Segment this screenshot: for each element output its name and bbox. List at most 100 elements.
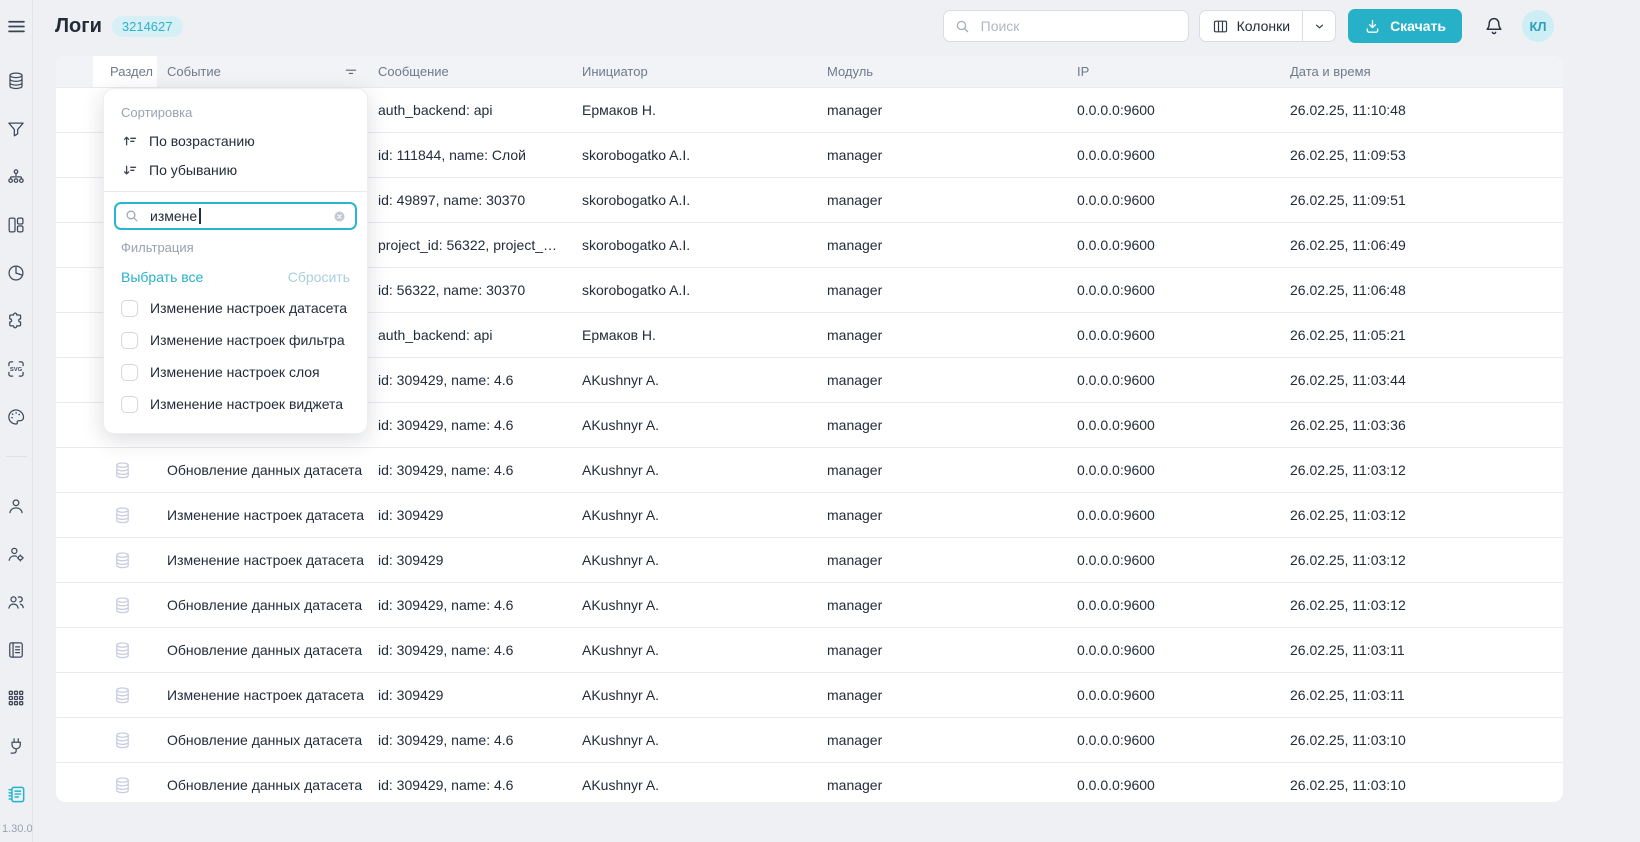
plug-icon — [6, 736, 26, 756]
column-header-module: Модуль — [817, 64, 1067, 79]
columns-button-label: Колонки — [1237, 18, 1290, 34]
address-book-icon — [6, 640, 26, 660]
module-cell: manager — [817, 327, 1067, 343]
datetime-cell: 26.02.25, 11:09:53 — [1280, 147, 1563, 163]
message-cell: id: 309429, name: 4.6 — [368, 372, 572, 388]
sidebar-item-datasets[interactable] — [5, 70, 27, 92]
ip-cell: 0.0.0.0:9600 — [1067, 192, 1280, 208]
columns-dropdown-button[interactable] — [1302, 11, 1335, 41]
event-cell: Обновление данных датасета — [157, 462, 368, 478]
columns-button[interactable]: Колонки — [1200, 11, 1302, 41]
notifications-button[interactable] — [1483, 15, 1505, 37]
initiator-cell: Ермаков Н. — [572, 327, 817, 343]
filter-option[interactable]: Изменение настроек датасета — [104, 292, 367, 324]
filter-option-label: Изменение настроек фильтра — [150, 332, 345, 348]
sidebar-item-hierarchy[interactable] — [5, 166, 27, 188]
initiator-cell: skorobogatko A.I. — [572, 192, 817, 208]
module-cell: manager — [817, 507, 1067, 523]
sidebar-item-svg-export[interactable]: SVG — [5, 358, 27, 380]
column-header-ip: IP — [1067, 64, 1280, 79]
ip-cell: 0.0.0.0:9600 — [1067, 597, 1280, 613]
clear-search-button[interactable] — [332, 209, 347, 224]
initiator-cell: AKushnyr A. — [572, 507, 817, 523]
sidebar-item-directory[interactable] — [5, 639, 27, 661]
ip-cell: 0.0.0.0:9600 — [1067, 282, 1280, 298]
checkbox[interactable] — [121, 364, 138, 381]
svg-text:SVG: SVG — [10, 367, 23, 373]
user-avatar[interactable]: КЛ — [1522, 10, 1554, 42]
sidebar-item-user-settings[interactable] — [5, 543, 27, 565]
table-row: Изменение настроек датасета id: 309429 A… — [56, 538, 1563, 583]
sidebar-item-plugins[interactable] — [5, 310, 27, 332]
sidebar-item-connections[interactable] — [5, 735, 27, 757]
initiator-cell: AKushnyr A. — [572, 462, 817, 478]
datetime-cell: 26.02.25, 11:03:44 — [1280, 372, 1563, 388]
module-cell: manager — [817, 372, 1067, 388]
sidebar-item-palette[interactable] — [5, 406, 27, 428]
dataset-section-icon — [113, 461, 132, 480]
event-cell: Изменение настроек датасета — [157, 687, 368, 703]
chevron-down-icon — [1313, 20, 1326, 33]
filter-option-label: Изменение настроек виджета — [150, 396, 343, 412]
filter-option-label: Изменение настроек слоя — [150, 364, 320, 380]
datetime-cell: 26.02.25, 11:03:11 — [1280, 642, 1563, 658]
page-title: Логи — [55, 15, 102, 38]
menu-toggle-button[interactable] — [5, 15, 27, 37]
reset-link[interactable]: Сбросить — [288, 269, 350, 285]
message-cell: auth_backend: api — [368, 102, 572, 118]
event-search-field — [114, 202, 357, 230]
initiator-cell: AKushnyr A. — [572, 687, 817, 703]
sort-ascending-option[interactable]: По возрастанию — [104, 126, 367, 155]
module-cell: manager — [817, 687, 1067, 703]
filter-option[interactable]: Изменение настроек фильтра — [104, 324, 367, 356]
download-button[interactable]: Скачать — [1348, 9, 1462, 43]
ip-cell: 0.0.0.0:9600 — [1067, 507, 1280, 523]
message-cell: id: 309429, name: 4.6 — [368, 777, 572, 793]
pie-chart-icon — [6, 263, 26, 283]
ip-cell: 0.0.0.0:9600 — [1067, 687, 1280, 703]
checkbox[interactable] — [121, 332, 138, 349]
hamburger-icon — [6, 16, 27, 37]
event-search-input[interactable] — [148, 207, 332, 225]
global-search — [943, 10, 1189, 42]
sidebar-item-users[interactable] — [5, 591, 27, 613]
table-row: Обновление данных датасета id: 309429, n… — [56, 628, 1563, 673]
module-cell: manager — [817, 417, 1067, 433]
datetime-cell: 26.02.25, 11:09:51 — [1280, 192, 1563, 208]
clear-circle-icon — [332, 209, 347, 224]
sidebar-item-filters[interactable] — [5, 118, 27, 140]
sort-descending-option[interactable]: По убыванию — [104, 155, 367, 184]
user-icon — [6, 496, 26, 516]
datetime-cell: 26.02.25, 11:03:10 — [1280, 732, 1563, 748]
message-cell: id: 309429, name: 4.6 — [368, 642, 572, 658]
filter-option[interactable]: Изменение настроек виджета — [104, 388, 367, 420]
section-cell — [56, 461, 157, 480]
datetime-cell: 26.02.25, 11:10:48 — [1280, 102, 1563, 118]
datetime-cell: 26.02.25, 11:03:12 — [1280, 462, 1563, 478]
logs-journal-icon — [6, 784, 27, 805]
checkbox[interactable] — [121, 396, 138, 413]
event-cell: Изменение настроек датасета — [157, 552, 368, 568]
sidebar-item-apps[interactable] — [5, 687, 27, 709]
datetime-cell: 26.02.25, 11:03:12 — [1280, 552, 1563, 568]
sidebar-item-charts[interactable] — [5, 262, 27, 284]
initiator-cell: Ермаков Н. — [572, 102, 817, 118]
sidebar-item-profile[interactable] — [5, 495, 27, 517]
search-input[interactable] — [979, 17, 1178, 35]
event-filter-icon[interactable] — [343, 64, 359, 80]
filter-option[interactable]: Изменение настроек слоя — [104, 356, 367, 388]
module-cell: manager — [817, 282, 1067, 298]
message-cell: id: 309429 — [368, 552, 572, 568]
datetime-cell: 26.02.25, 11:03:12 — [1280, 507, 1563, 523]
bell-icon — [1483, 15, 1505, 37]
filter-links: Выбрать все Сбросить — [104, 261, 367, 292]
event-cell: Обновление данных датасета — [157, 777, 368, 793]
sidebar-item-logs[interactable] — [5, 783, 27, 805]
sidebar-item-dashboards[interactable] — [5, 214, 27, 236]
select-all-link[interactable]: Выбрать все — [121, 269, 203, 285]
dashboard-layout-icon — [6, 215, 26, 235]
initiator-cell: AKushnyr A. — [572, 732, 817, 748]
initiator-cell: AKushnyr A. — [572, 552, 817, 568]
sort-descending-label: По убыванию — [149, 162, 237, 178]
checkbox[interactable] — [121, 300, 138, 317]
